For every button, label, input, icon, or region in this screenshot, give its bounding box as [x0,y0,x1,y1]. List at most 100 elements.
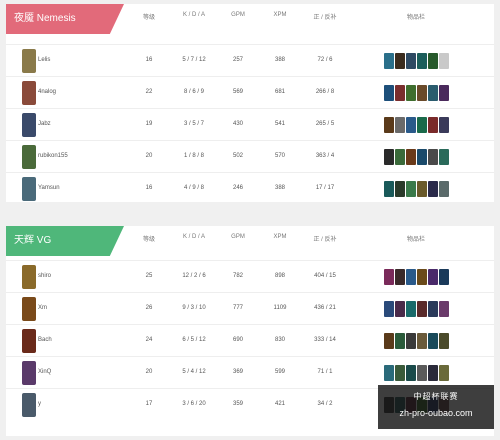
player-kda: 4 / 9 / 8 [183,185,205,191]
player-name: y [38,401,41,407]
hero-avatar-icon [22,297,36,321]
item-icon [395,301,405,317]
player-kda: 3 / 6 / 20 [182,401,206,407]
player-level: 24 [145,337,153,343]
item-slots [384,301,449,317]
item-icon [384,53,394,69]
player-gpm: 369 [232,369,244,375]
player-gpm: 569 [232,89,244,95]
player-level: 22 [145,89,153,95]
player-cs: 17 / 17 [315,185,335,191]
item-icon [406,181,416,197]
player-xpm: 421 [274,401,286,407]
player-row: rubikon155 20 1 / 8 / 8 502 570 363 / 4 [6,140,494,173]
item-icon [417,117,427,133]
item-slots [384,333,449,349]
item-icon [428,85,438,101]
item-icon [439,365,449,381]
player-xpm: 388 [274,57,286,63]
item-icon [406,269,416,285]
player-kda: 8 / 6 / 9 [183,89,205,95]
item-icon [384,301,394,317]
hero-avatar-icon [22,145,36,169]
player-cs: 436 / 21 [314,305,336,311]
hero-avatar-icon [22,265,36,289]
item-slots [384,365,449,381]
player-name: Bach [38,337,52,343]
player-level: 16 [145,185,153,191]
hero-avatar-icon [22,393,36,417]
item-icon [417,85,427,101]
hero-avatar-icon [22,49,36,73]
player-xpm: 388 [274,185,286,191]
player-cs: 34 / 2 [317,401,333,407]
player-name: Yamsun [38,185,60,191]
item-icon [406,85,416,101]
item-icon [406,365,416,381]
player-name: shiro [38,273,52,279]
item-icon [417,333,427,349]
col-cs: 正 / 反补 [313,237,337,243]
hero-avatar-icon [22,361,36,385]
item-icon [439,181,449,197]
player-kda: 5 / 7 / 12 [182,57,206,63]
team-name: 天辉 VG [6,226,124,256]
player-row: Lelis 16 5 / 7 / 12 257 388 72 / 6 [6,44,494,77]
item-icon [428,333,438,349]
player-level: 26 [145,305,153,311]
player-row: shiro 25 12 / 2 / 6 782 898 404 / 15 [6,260,494,293]
item-icon [439,301,449,317]
player-cs: 71 / 1 [317,369,333,375]
team-panel-nemesis: 夜魇 Nemesis 等级 K / D / A GPM XPM 正 / 反补 物… [6,4,494,202]
col-xpm: XPM [273,234,287,240]
player-xpm: 541 [274,121,286,127]
player-row: Bach 24 6 / 5 / 12 690 830 333 / 14 [6,324,494,357]
item-icon [417,301,427,317]
col-cs: 正 / 反补 [313,15,337,21]
item-icon [384,333,394,349]
player-gpm: 777 [232,305,244,311]
player-row: 4nalog 22 8 / 6 / 9 569 681 266 / 8 [6,76,494,109]
hero-avatar-icon [22,177,36,201]
player-kda: 12 / 2 / 6 [182,273,206,279]
player-kda: 9 / 3 / 10 [182,305,206,311]
item-icon [406,117,416,133]
hero-avatar-icon [22,329,36,353]
item-slots [384,269,449,285]
player-row: Xm 26 9 / 3 / 10 777 1109 436 / 21 [6,292,494,325]
player-kda: 5 / 4 / 12 [182,369,206,375]
player-xpm: 681 [274,89,286,95]
item-icon [395,333,405,349]
item-icon [384,181,394,197]
item-icon [439,85,449,101]
player-name: rubikon155 [38,153,68,159]
player-level: 17 [145,401,153,407]
item-icon [428,149,438,165]
player-gpm: 359 [232,401,244,407]
player-name: Xm [38,305,47,311]
player-cs: 363 / 4 [315,153,335,159]
player-level: 20 [145,369,153,375]
item-slots [384,85,449,101]
player-cs: 333 / 14 [314,337,336,343]
item-icon [439,269,449,285]
item-slots [384,117,449,133]
player-kda: 3 / 5 / 7 [183,121,205,127]
item-slots [384,53,449,69]
item-icon [406,53,416,69]
player-name: 4nalog [38,89,57,95]
player-gpm: 246 [232,185,244,191]
item-icon [406,333,416,349]
item-icon [417,269,427,285]
item-icon [384,149,394,165]
col-kda: K / D / A [182,12,206,18]
player-level: 25 [145,273,153,279]
player-cs: 404 / 15 [314,273,336,279]
hero-avatar-icon [22,81,36,105]
player-level: 16 [145,57,153,63]
player-gpm: 430 [232,121,244,127]
player-name: Jabz [38,121,51,127]
player-kda: 6 / 5 / 12 [182,337,206,343]
watermark-logo: 中超杯联赛 [413,392,459,401]
item-icon [439,117,449,133]
